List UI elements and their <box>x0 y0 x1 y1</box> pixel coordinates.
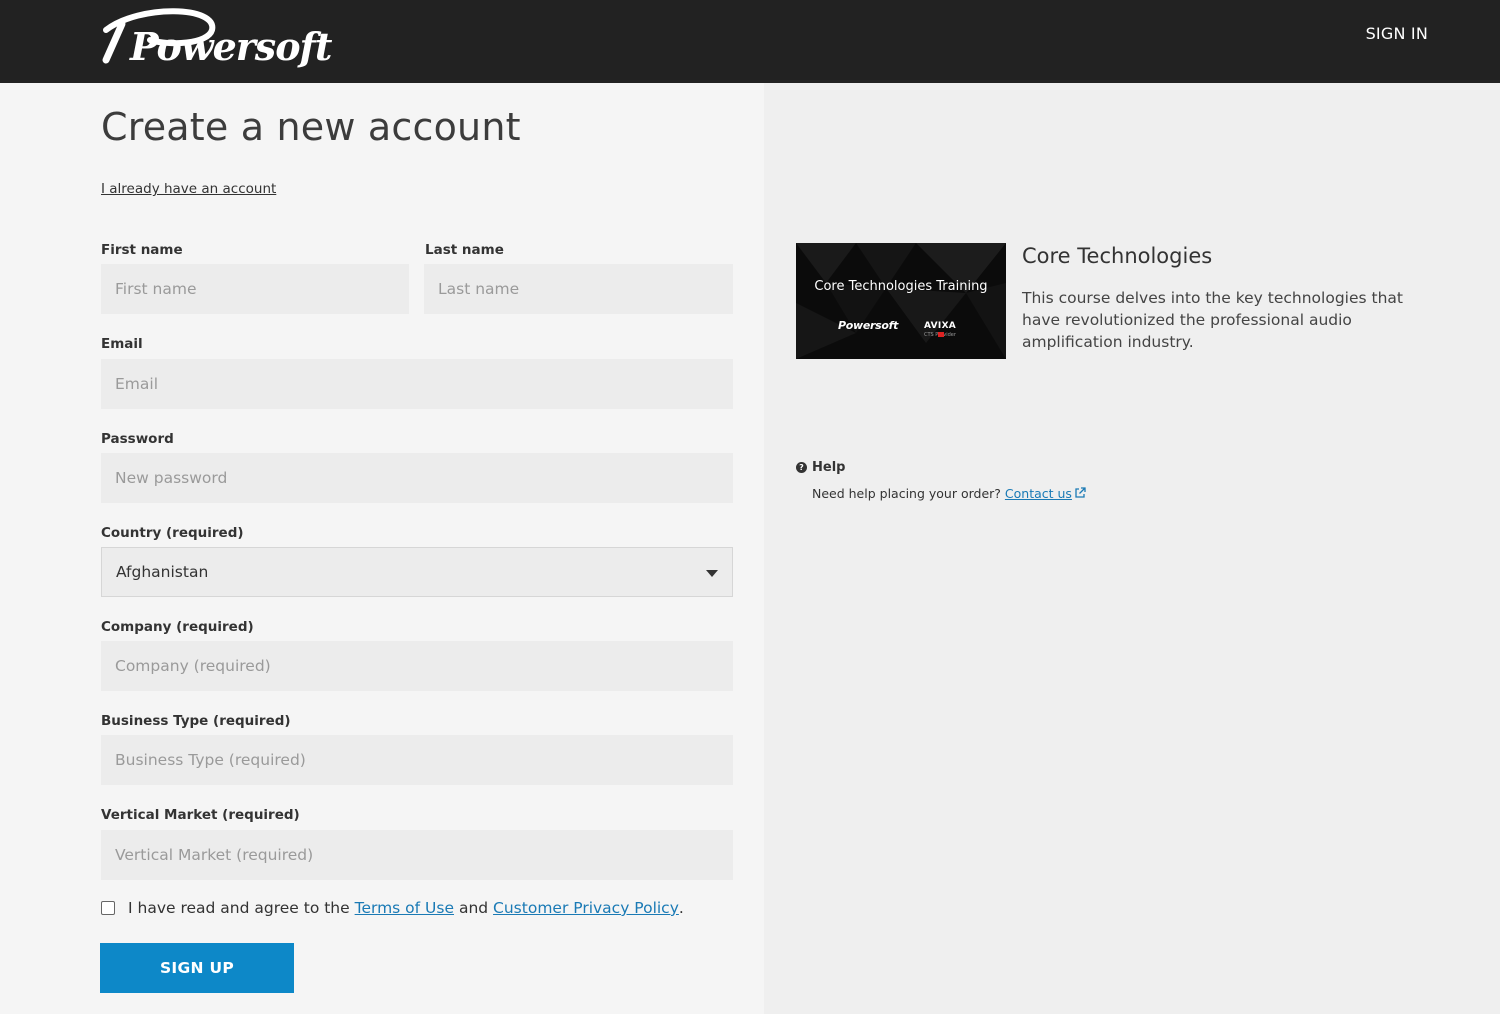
last-name-input[interactable] <box>424 264 733 314</box>
help-heading: Help <box>812 460 846 475</box>
company-label: Company (required) <box>101 619 254 635</box>
page-title: Create a new account <box>101 105 521 149</box>
top-navigation-bar: Powersoft SIGN IN <box>0 0 1500 83</box>
country-select[interactable]: Afghanistan <box>101 547 733 597</box>
vertical-market-input[interactable] <box>101 830 733 880</box>
thumbnail-avixa-logo: AVIXA <box>924 321 957 331</box>
caret-down-icon <box>706 570 718 577</box>
agree-text-middle: and <box>454 899 494 917</box>
agree-checkbox[interactable] <box>101 901 115 915</box>
password-label: Password <box>101 431 174 447</box>
contact-us-label: Contact us <box>1004 486 1072 501</box>
powersoft-logo[interactable]: Powersoft <box>100 8 340 68</box>
first-name-input[interactable] <box>101 264 409 314</box>
course-description: This course delves into the key technolo… <box>1022 289 1403 351</box>
thumbnail-pattern <box>796 243 1006 359</box>
email-label: Email <box>101 336 143 352</box>
vertical-market-label: Vertical Market (required) <box>101 807 300 823</box>
contact-us-link[interactable]: Contact us <box>1005 486 1086 501</box>
external-link-icon <box>1075 487 1086 498</box>
help-text-body: Need help placing your order? <box>812 486 1005 501</box>
thumbnail-title: Core Technologies Training <box>814 279 988 294</box>
avixa-badge-icon <box>938 332 944 337</box>
password-input[interactable] <box>101 453 733 503</box>
sign-up-button[interactable]: SIGN UP <box>100 943 294 993</box>
course-thumbnail[interactable]: Core Technologies Training Powersoft AVI… <box>796 243 1006 359</box>
course-title: Core Technologies <box>1022 244 1213 268</box>
business-type-label: Business Type (required) <box>101 713 291 729</box>
sign-in-link[interactable]: SIGN IN <box>1366 24 1428 43</box>
agree-text-suffix: . <box>678 899 684 917</box>
already-have-account-link[interactable]: I already have an account <box>101 181 276 197</box>
agree-terms-row: I have read and agree to the Terms of Us… <box>101 899 684 917</box>
course-info-panel <box>764 83 1500 1014</box>
business-type-input[interactable] <box>101 735 733 785</box>
thumbnail-powersoft-logo: Powersoft <box>838 319 899 332</box>
question-circle-icon: ? <box>796 462 807 473</box>
terms-of-use-link[interactable]: Terms of Use <box>355 899 454 917</box>
agree-text-prefix: I have read and agree to the <box>128 899 355 917</box>
first-name-label: First name <box>101 242 183 258</box>
svg-text:Powersoft: Powersoft <box>129 24 333 68</box>
company-input[interactable] <box>101 641 733 691</box>
country-selected-value: Afghanistan <box>116 563 209 581</box>
email-input[interactable] <box>101 359 733 409</box>
privacy-policy-link[interactable]: Customer Privacy Policy <box>493 899 679 917</box>
country-label: Country (required) <box>101 525 244 541</box>
last-name-label: Last name <box>425 242 504 258</box>
help-text: Need help placing your order? Contact us <box>812 486 1086 501</box>
